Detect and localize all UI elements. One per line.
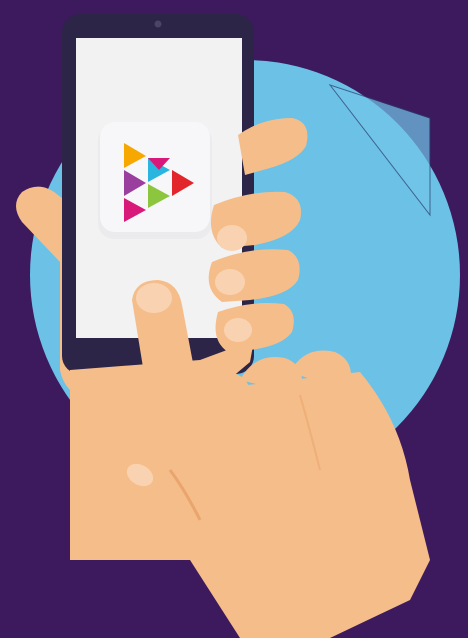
fingernail xyxy=(224,318,252,342)
fingernail xyxy=(136,283,172,313)
hand-phone-illustration xyxy=(0,0,468,638)
phone-camera-icon xyxy=(154,20,162,28)
fingernail xyxy=(217,225,247,251)
app-icon[interactable] xyxy=(98,122,212,239)
illustration-scene xyxy=(0,0,468,638)
fingernail xyxy=(215,269,245,295)
